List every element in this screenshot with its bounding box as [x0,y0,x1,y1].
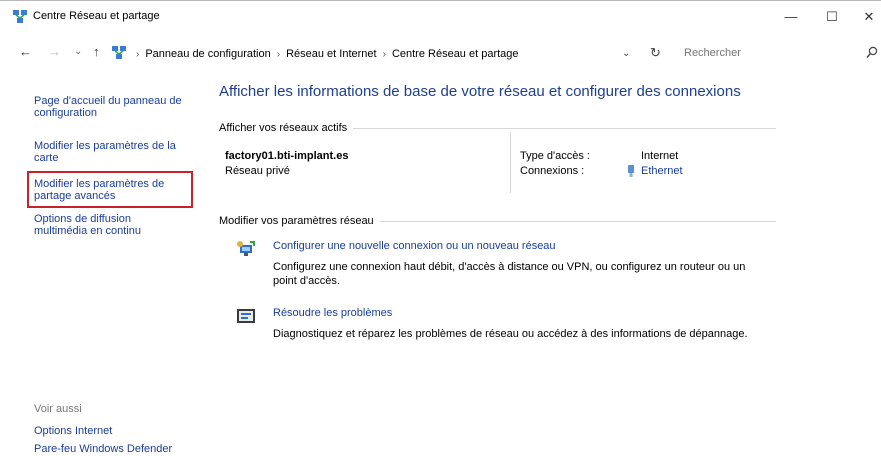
sidebar-item-label[interactable]: configuration [34,107,199,119]
sidebar-item-label[interactable]: Options de diffusion [34,213,199,225]
setup-new-connection-link[interactable]: Configurer une nouvelle connexion ou un … [273,240,556,252]
network-profile-type[interactable]: Réseau privé [225,165,290,177]
new-connection-icon [237,241,255,256]
see-also-internet-options[interactable]: Options Internet [34,425,112,437]
ethernet-connection-link[interactable]: Ethernet [641,165,683,177]
ethernet-icon [628,165,634,177]
sidebar-item-advanced-sharing-settings[interactable]: Modifier les paramètres de partage avanc… [34,178,199,202]
search-icon[interactable] [866,46,878,60]
access-type-label: Type d'accès : [520,150,590,162]
network-name: factory01.bti-implant.es [225,150,349,162]
forward-button[interactable]: → [48,44,61,60]
window-title: Centre Réseau et partage [33,10,160,22]
address-bar[interactable]: › Panneau de configuration › Réseau et Inte… [130,45,519,63]
title-bar: Centre Réseau et partage — ☐ ✕ [0,1,881,31]
address-history-dropdown[interactable]: ⌄ [622,45,630,63]
sidebar-item-control-panel-home[interactable]: Page d'accueil du panneau de configurati… [34,95,199,119]
troubleshoot-problems-link[interactable]: Résoudre les problèmes [273,307,392,319]
active-networks-heading: Afficher vos réseaux actifs [219,122,354,134]
see-also-windows-defender-firewall[interactable]: Pare-feu Windows Defender [34,443,172,455]
up-button[interactable]: ↑ [93,44,100,60]
sidebar-item-label[interactable]: Modifier les paramètres de la [34,140,199,152]
access-type-value: Internet [641,150,679,162]
network-center-icon [13,10,27,23]
breadcrumb-separator[interactable]: › [383,49,386,60]
ethernet-link-text[interactable]: Ethernet [641,165,683,177]
description-line: point d'accès. [273,275,340,287]
sidebar-item-label[interactable]: multimédia en continu [34,225,199,237]
description-line: Diagnostiquez et réparez les problèmes d… [273,328,748,340]
setup-new-connection-description: Configurez une connexion haut débit, d'a… [273,260,793,288]
sidebar-item-media-streaming-options[interactable]: Options de diffusion multimédia en conti… [34,213,199,237]
minimize-button[interactable]: — [773,3,809,31]
see-also-heading: Voir aussi [34,403,82,415]
network-center-icon [112,46,126,59]
close-button[interactable]: ✕ [851,3,881,31]
sidebar-item-label[interactable]: Modifier les paramètres de [34,178,199,190]
column-divider [510,132,511,193]
breadcrumb-separator[interactable]: › [136,49,139,60]
sidebar-item-label[interactable]: partage avancés [34,190,199,202]
breadcrumb-separator[interactable]: › [277,49,280,60]
breadcrumb-network-sharing-center[interactable]: Centre Réseau et partage [392,48,519,60]
recent-locations-button[interactable]: ⌄ [74,44,82,60]
sidebar-item-label[interactable]: carte [34,152,199,164]
description-line: Configurez une connexion haut débit, d'a… [273,261,746,273]
breadcrumb-control-panel[interactable]: Panneau de configuration [145,48,270,60]
change-settings-heading: Modifier vos paramètres réseau [219,215,380,227]
breadcrumb-network-internet[interactable]: Réseau et Internet [286,48,377,60]
sidebar-item-change-adapter-settings[interactable]: Modifier les paramètres de la carte [34,140,199,164]
search-box[interactable] [674,45,878,63]
connections-label: Connexions : [520,165,585,177]
troubleshoot-description: Diagnostiquez et réparez les problèmes d… [273,327,793,341]
refresh-button[interactable]: ↻ [650,44,661,62]
back-button[interactable]: ← [19,44,32,60]
page-title: Afficher les informations de base de vot… [219,83,741,100]
maximize-button[interactable]: ☐ [814,3,850,31]
troubleshoot-icon [237,309,255,323]
sidebar-item-label[interactable]: Page d'accueil du panneau de [34,95,199,107]
search-input[interactable] [674,45,854,61]
